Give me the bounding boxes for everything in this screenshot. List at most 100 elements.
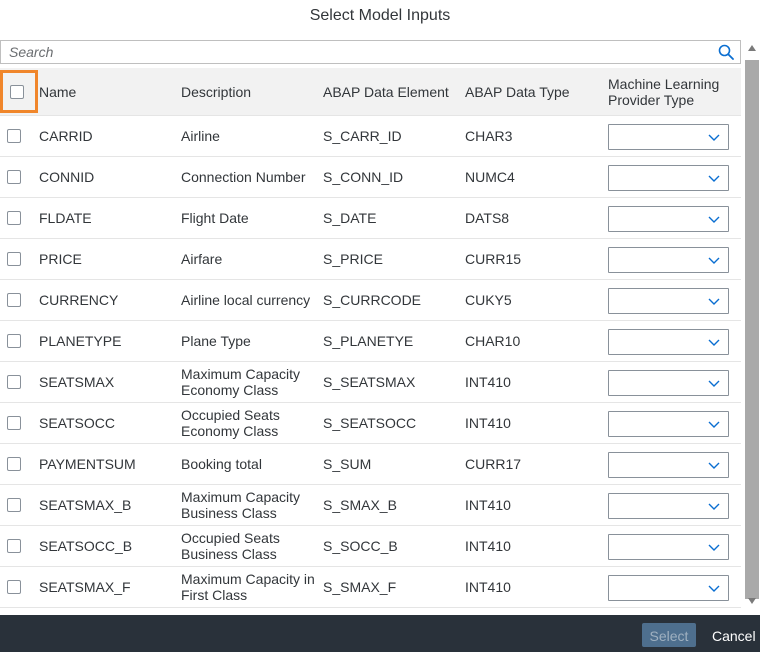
row-checkbox[interactable]: [7, 334, 21, 348]
ml-provider-type-select[interactable]: [608, 534, 729, 560]
column-header-abap-data-type[interactable]: ABAP Data Type: [465, 68, 605, 115]
row-abap-data-element: S_CARR_ID: [323, 128, 402, 144]
select-button[interactable]: Select: [642, 623, 696, 647]
search-icon[interactable]: [718, 44, 734, 60]
row-abap-data-element: S_SEATSMAX: [323, 374, 416, 390]
row-description: Occupied Seats Economy Class: [181, 407, 280, 439]
column-header-name[interactable]: Name: [39, 68, 179, 115]
row-checkbox[interactable]: [7, 170, 21, 184]
table-row[interactable]: SEATSOCC Occupied Seats Economy Class S_SE…: [0, 403, 741, 444]
row-name: SEATSMAX: [39, 374, 115, 390]
table-row[interactable]: CONNID Connection Number S_CONN_ID NUMC4: [0, 157, 741, 198]
row-abap-data-type: INT410: [465, 374, 511, 390]
chevron-down-icon[interactable]: [708, 255, 720, 265]
table-row[interactable]: SEATSMAX_F Maximum Capacity in First Clas…: [0, 567, 741, 608]
row-description: Airline: [181, 128, 220, 144]
chevron-down-icon[interactable]: [708, 173, 720, 183]
ml-provider-type-select[interactable]: [608, 206, 729, 232]
row-abap-data-type: CHAR3: [465, 128, 513, 144]
row-name: CARRID: [39, 128, 93, 144]
cancel-button[interactable]: Cancel: [706, 623, 760, 647]
table-row[interactable]: SEATSMAX Maximum Capacity Economy Class S_…: [0, 362, 741, 403]
row-checkbox[interactable]: [7, 580, 21, 594]
chevron-down-icon[interactable]: [708, 460, 720, 470]
row-abap-data-element: S_PLANETYE: [323, 333, 414, 349]
row-checkbox[interactable]: [7, 129, 21, 143]
select-all-highlight: [0, 70, 38, 113]
scroll-up-icon[interactable]: [747, 44, 757, 52]
chevron-down-icon[interactable]: [708, 296, 720, 306]
chevron-down-icon[interactable]: [708, 501, 720, 511]
chevron-down-icon[interactable]: [708, 378, 720, 388]
row-checkbox[interactable]: [7, 416, 21, 430]
chevron-down-icon[interactable]: [708, 419, 720, 429]
select-all-checkbox[interactable]: [10, 85, 24, 99]
row-name: SEATSMAX_B: [39, 497, 132, 513]
ml-provider-type-select[interactable]: [608, 452, 729, 478]
row-checkbox[interactable]: [7, 293, 21, 307]
ml-provider-type-select[interactable]: [608, 575, 729, 601]
row-description: Occupied Seats Business Class: [181, 530, 280, 562]
row-checkbox[interactable]: [7, 375, 21, 389]
search-input[interactable]: [1, 41, 691, 63]
ml-provider-type-select[interactable]: [608, 493, 729, 519]
row-abap-data-type: CURR17: [465, 456, 522, 472]
ml-provider-type-select[interactable]: [608, 411, 729, 437]
table-row[interactable]: CURRENCY Airline local currency S_CURRCODE…: [0, 280, 741, 321]
column-header-ml-provider-type[interactable]: Machine Learning Provider Type: [608, 68, 738, 115]
table-row[interactable]: CARRID Airline S_CARR_ID CHAR3: [0, 116, 741, 157]
row-abap-data-element: S_CONN_ID: [323, 169, 404, 185]
table-row[interactable]: PLANETYPE Plane Type S_PLANETYE CHAR10: [0, 321, 741, 362]
row-abap-data-element: S_SMAX_B: [323, 497, 397, 513]
table-row[interactable]: SEATSMAX_B Maximum Capacity Business Clas…: [0, 485, 741, 526]
table-row[interactable]: SEATSOCC_B Occupied Seats Business Class S…: [0, 526, 741, 567]
row-name: SEATSMAX_F: [39, 579, 131, 595]
row-description: Airline local currency: [181, 292, 311, 308]
row-description: Plane Type: [181, 333, 251, 349]
column-header-description[interactable]: Description: [181, 68, 316, 115]
row-abap-data-type: CUKY5: [465, 292, 512, 308]
row-name: PRICE: [39, 251, 82, 267]
column-header-abap-data-element[interactable]: ABAP Data Element: [323, 68, 463, 115]
row-description: Maximum Capacity Economy Class: [181, 366, 301, 398]
row-abap-data-element: S_SMAX_F: [323, 579, 397, 595]
row-description: Booking total: [181, 456, 262, 472]
row-abap-data-type: CURR15: [465, 251, 522, 267]
table-row[interactable]: PRICE Airfare S_PRICE CURR15: [0, 239, 741, 280]
table-row[interactable]: PAYMENTSUM Booking total S_SUM CURR17: [0, 444, 741, 485]
row-abap-data-type: INT410: [465, 415, 511, 431]
table-row[interactable]: FLDATE Flight Date S_DATE DATS8: [0, 198, 741, 239]
search-field[interactable]: [0, 40, 741, 64]
vertical-scrollbar[interactable]: [744, 40, 760, 610]
dialog-footer: Select Cancel: [0, 615, 760, 652]
row-abap-data-type: INT410: [465, 538, 511, 554]
row-name: PAYMENTSUM: [39, 456, 136, 472]
row-checkbox[interactable]: [7, 457, 21, 471]
ml-provider-type-select[interactable]: [608, 247, 729, 273]
row-checkbox[interactable]: [7, 539, 21, 553]
ml-provider-type-select[interactable]: [608, 370, 729, 396]
row-checkbox[interactable]: [7, 252, 21, 266]
scrollbar-thumb[interactable]: [745, 60, 759, 599]
row-checkbox[interactable]: [7, 498, 21, 512]
row-abap-data-type: NUMC4: [465, 169, 515, 185]
ml-provider-type-select[interactable]: [608, 124, 729, 150]
row-name: SEATSOCC_B: [39, 538, 133, 554]
chevron-down-icon[interactable]: [708, 583, 720, 593]
chevron-down-icon[interactable]: [708, 214, 720, 224]
chevron-down-icon[interactable]: [708, 132, 720, 142]
chevron-down-icon[interactable]: [708, 542, 720, 552]
row-abap-data-element: S_DATE: [323, 210, 377, 226]
row-abap-data-element: S_SOCC_B: [323, 538, 398, 554]
row-name: PLANETYPE: [39, 333, 122, 349]
ml-provider-type-select[interactable]: [608, 329, 729, 355]
row-name: CONNID: [39, 169, 95, 185]
row-checkbox[interactable]: [7, 211, 21, 225]
ml-provider-type-select[interactable]: [608, 288, 729, 314]
ml-provider-type-select[interactable]: [608, 165, 729, 191]
model-inputs-table: Name Description ABAP Data Element ABAP …: [0, 68, 741, 610]
row-description: Airfare: [181, 251, 223, 267]
row-description: Maximum Capacity Business Class: [181, 489, 301, 521]
chevron-down-icon[interactable]: [708, 337, 720, 347]
scroll-down-icon[interactable]: [747, 597, 757, 605]
